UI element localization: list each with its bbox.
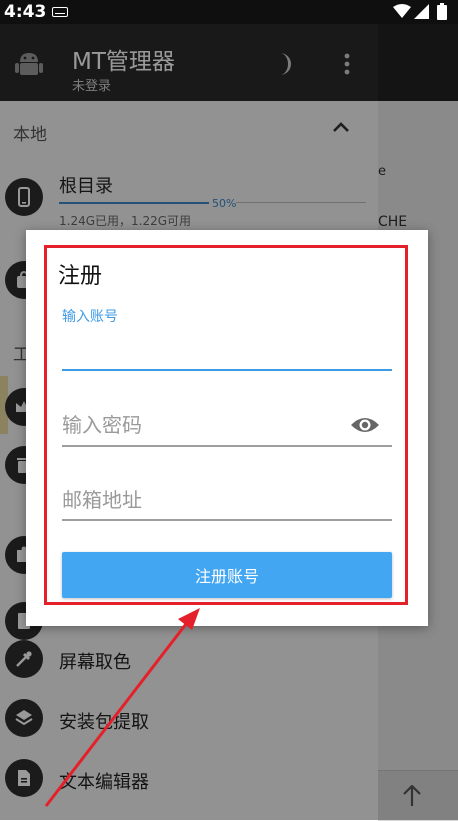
- annotation-arrow-icon: [44, 608, 200, 807]
